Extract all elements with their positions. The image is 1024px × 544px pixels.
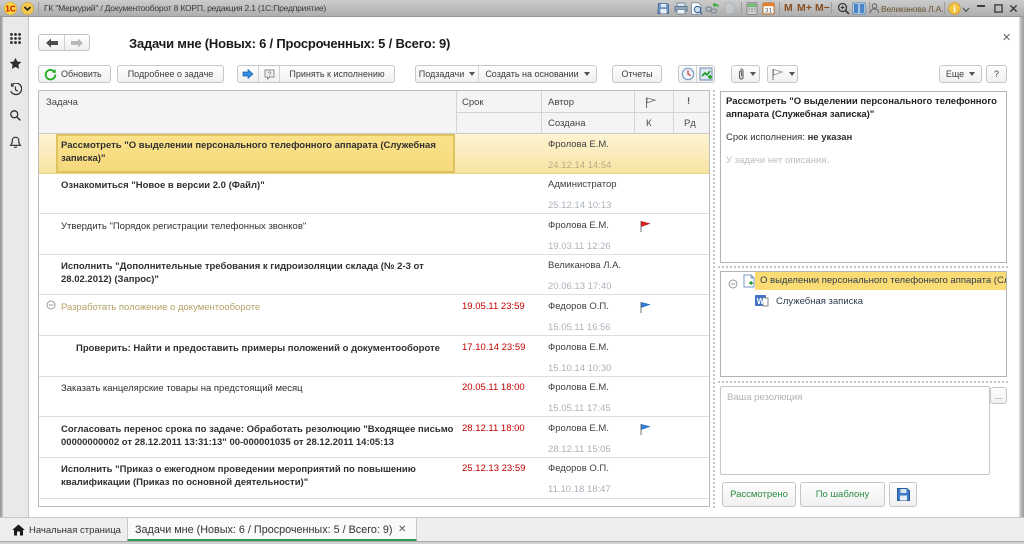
svg-text:W: W — [757, 297, 765, 306]
svg-text:1С: 1С — [5, 5, 15, 14]
svg-text:?: ? — [267, 69, 271, 78]
svg-text:31: 31 — [765, 7, 773, 14]
